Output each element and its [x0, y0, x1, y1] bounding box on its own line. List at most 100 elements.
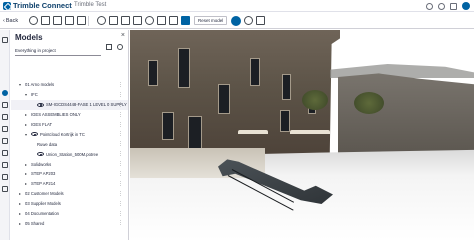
tree-item-label: IFC	[31, 92, 38, 98]
chevron-right-icon[interactable]: ▸	[25, 112, 27, 117]
notifications-icon[interactable]	[438, 2, 445, 10]
settings-icon[interactable]	[2, 186, 8, 192]
ifc-steel-walkway-model[interactable]	[218, 157, 333, 211]
tree-row[interactable]: ▸ 05 Shared ⋮	[11, 218, 128, 228]
settings-icon[interactable]	[244, 16, 254, 25]
layers-icon[interactable]	[2, 102, 8, 108]
more-options-icon[interactable]: ⋮	[118, 151, 123, 157]
tree-row[interactable]: ▾ IFC ⋮	[11, 90, 128, 100]
view-3d-icon[interactable]	[169, 16, 178, 25]
fit-icon[interactable]	[77, 16, 86, 25]
tree-item-label: Pointcloud Kortrijk in TC	[40, 131, 85, 137]
tree-row[interactable]: Union_Station_500M.potree ⋮	[11, 149, 128, 159]
tree-row[interactable]: Ruwe data ⋮	[11, 139, 128, 149]
chevron-right-icon[interactable]: ▸	[25, 122, 27, 127]
chevron-down-icon[interactable]: ▾	[19, 82, 21, 87]
clip-plane-icon[interactable]	[121, 16, 130, 25]
visibility-eye-icon[interactable]	[31, 132, 38, 137]
tree-row[interactable]: ▸ IGES ASSEMBLIES ONLY ⋮	[11, 110, 128, 120]
more-options-icon[interactable]: ⋮	[118, 211, 123, 217]
crop-icon[interactable]	[65, 16, 74, 25]
more-options-icon[interactable]: ⋮	[118, 122, 123, 128]
clash-icon[interactable]	[2, 162, 8, 168]
filter-underline	[15, 55, 101, 56]
chevron-right-icon[interactable]: ▸	[25, 162, 27, 167]
search-icon[interactable]	[117, 44, 123, 50]
list-icon[interactable]	[2, 174, 8, 180]
link-icon[interactable]	[2, 114, 8, 120]
more-options-icon[interactable]: ⋮	[118, 92, 123, 98]
project-selector[interactable]: Trimble Test	[74, 2, 106, 8]
visibility-icon[interactable]	[181, 16, 190, 25]
reset-model-button[interactable]: Reset model	[194, 16, 228, 25]
more-options-icon[interactable]: ⋮	[118, 220, 123, 226]
chevron-right-icon[interactable]: ▸	[19, 221, 21, 226]
more-options-icon[interactable]: ⋮	[118, 102, 123, 108]
orbit-icon[interactable]	[29, 16, 38, 25]
folder-icon[interactable]	[2, 126, 8, 132]
apps-icon[interactable]	[450, 2, 457, 10]
pointcloud-window	[280, 110, 290, 132]
tree-row[interactable]: ▸ 02 Customer Models ⋮	[11, 189, 128, 199]
more-options-icon[interactable]: ⋮	[118, 82, 123, 88]
share-icon[interactable]	[256, 16, 266, 25]
visibility-eye-icon[interactable]	[37, 152, 44, 157]
more-options-icon[interactable]: ⋮	[118, 201, 123, 207]
chevron-right-icon[interactable]: ▸	[19, 211, 21, 216]
tree-item-label: 03 Supplier Models	[25, 201, 61, 207]
select-icon[interactable]	[41, 16, 50, 25]
info-icon[interactable]	[2, 37, 8, 43]
help-icon[interactable]	[426, 2, 433, 10]
chevron-down-icon[interactable]: ▾	[25, 92, 27, 97]
zoom-fit-icon[interactable]	[109, 16, 118, 25]
info-icon[interactable]	[231, 15, 242, 26]
more-options-icon[interactable]: ⋮	[118, 161, 123, 167]
visibility-eye-icon[interactable]	[37, 102, 44, 107]
chevron-right-icon[interactable]: ▸	[19, 191, 21, 196]
pointcloud-tree	[354, 92, 384, 114]
models-panel: Models × Everything in project ▾ 01 Arno …	[11, 30, 129, 240]
user-avatar[interactable]	[462, 2, 470, 10]
more-options-icon[interactable]: ⋮	[118, 181, 123, 187]
3d-viewer-canvas[interactable]	[130, 30, 474, 240]
annotation-icon[interactable]	[157, 16, 166, 25]
pointcloud-window	[250, 58, 260, 86]
more-options-icon[interactable]: ⋮	[118, 191, 123, 197]
panel-title: Models	[15, 33, 43, 42]
back-label: Back	[5, 17, 19, 24]
walkway-deck	[218, 159, 333, 205]
models-icon[interactable]	[2, 90, 8, 96]
chevron-down-icon[interactable]: ▾	[25, 132, 27, 137]
tree-row[interactable]: ▸ STEP AP203 ⋮	[11, 169, 128, 179]
tree-row[interactable]: ▾ 01 Arno models ⋮	[11, 80, 128, 90]
more-options-icon[interactable]: ⋮	[118, 171, 123, 177]
trimble-logo-icon	[3, 2, 11, 10]
tree-row[interactable]: ▸ STEP AP214 ⋮	[11, 179, 128, 189]
tree-row[interactable]: ▸ IGES FLAT ⋮	[11, 120, 128, 130]
more-options-icon[interactable]: ⋮	[118, 112, 123, 118]
filter-select[interactable]: Everything in project	[15, 48, 56, 53]
chevron-right-icon[interactable]: ▸	[25, 181, 27, 186]
section-box-icon[interactable]	[97, 16, 106, 25]
tree-item-label: 05 Shared	[25, 220, 45, 226]
box-select-icon[interactable]	[53, 16, 62, 25]
tree-row[interactable]: ▸ 04 Documentation ⋮	[11, 209, 128, 219]
more-options-icon[interactable]: ⋮	[118, 141, 123, 147]
pointcloud-umbrella	[290, 130, 330, 134]
back-button[interactable]: ‹ Back	[3, 18, 23, 24]
tree-row[interactable]: SM-IGCDS4448-FASE 1 LEVEL 0 SUPPLY L... ⋮	[11, 99, 128, 110]
measure-icon[interactable]	[133, 16, 142, 25]
toolbar-group-tools	[97, 16, 190, 25]
pointcloud-umbrella	[238, 130, 268, 134]
chevron-right-icon[interactable]: ▸	[25, 171, 27, 176]
close-panel-icon[interactable]: ×	[121, 32, 125, 39]
tree-row[interactable]: ▾ Pointcloud Kortrijk in TC ⋮	[11, 129, 128, 139]
sort-icon[interactable]	[106, 44, 112, 50]
more-options-icon[interactable]: ⋮	[118, 131, 123, 137]
markup-icon[interactable]	[145, 16, 154, 25]
tree-row[interactable]: ▸ 03 Supplier Models ⋮	[11, 199, 128, 209]
check-icon[interactable]	[2, 150, 8, 156]
views-icon[interactable]	[2, 138, 8, 144]
tree-row[interactable]: ▸ Solidworks ⋮	[11, 159, 128, 169]
chevron-right-icon[interactable]: ▸	[19, 201, 21, 206]
